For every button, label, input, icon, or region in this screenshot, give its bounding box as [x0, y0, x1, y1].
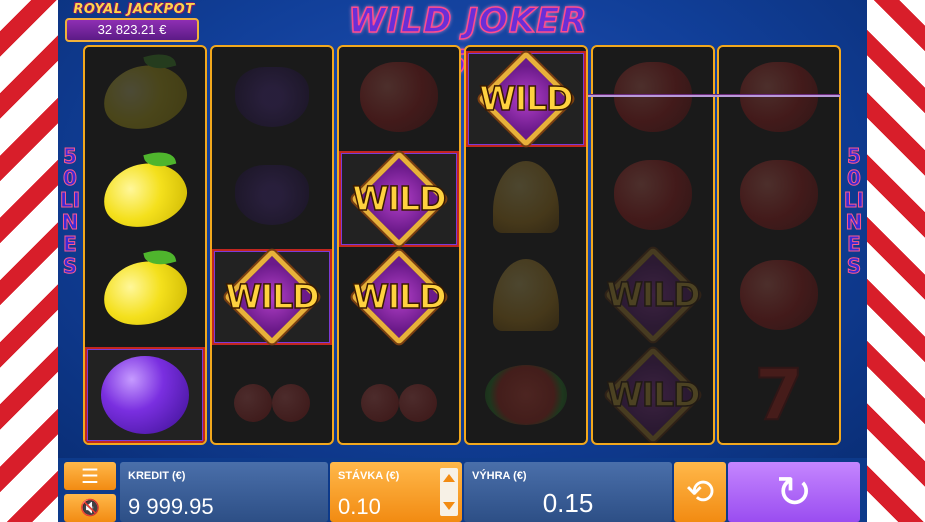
game-title: WILD JOKER 50 [348, 0, 588, 84]
sound-toggle-button[interactable]: 🔇 [64, 494, 116, 522]
reel-4: WILD [464, 45, 588, 445]
wild-label: WILD [606, 274, 702, 315]
symbol-grapes [212, 49, 332, 145]
credit-value: 9 999.95 [128, 494, 214, 519]
spin-icon: ↻ [775, 467, 813, 517]
bet-value: 0.10 [338, 494, 381, 519]
symbol-wild: WILD [339, 150, 459, 248]
symbol-wild: WILD [593, 246, 713, 344]
symbol-wild: WILD [466, 50, 586, 148]
wild-label: WILD [479, 78, 575, 119]
symbol-lemon [85, 245, 205, 341]
bet-stepper [440, 468, 458, 516]
spin-button[interactable]: ↻ [728, 462, 860, 522]
left-candy-stripe [0, 0, 58, 522]
symbol-lemon [85, 49, 205, 145]
bet-increase-icon[interactable] [443, 474, 455, 482]
jackpot-title: ROYAL JACKPOT [73, 2, 195, 17]
reel-5: WILD WILD [591, 45, 715, 445]
wild-label: WILD [352, 276, 448, 317]
symbol-lemon [85, 147, 205, 243]
reel-6: 7 [717, 45, 841, 445]
menu-icon: ☰ [81, 465, 99, 488]
symbol-apple [719, 247, 839, 343]
symbol-cherry [339, 347, 459, 443]
right-candy-stripe [867, 0, 925, 522]
reel-3: WILD WILD [337, 45, 461, 445]
symbol-apple [593, 49, 713, 145]
credit-panel: KREDIT (€) 9 999.95 [120, 462, 328, 522]
symbol-seven: 7 [754, 354, 805, 436]
wild-label: WILD [352, 178, 448, 219]
lines-label-left: 50 LINES [59, 144, 81, 278]
jackpot-amount: 32 823.21 € [65, 18, 199, 42]
symbol-cherry [212, 347, 332, 443]
symbol-wild: WILD [212, 248, 332, 346]
sound-muted-icon: 🔇 [80, 500, 100, 517]
autoplay-button[interactable]: ⟲ [674, 462, 726, 522]
win-label: VÝHRA (€) [472, 470, 527, 482]
winning-payline [588, 94, 840, 97]
symbol-wild: WILD [339, 248, 459, 346]
control-bar: ☰ 🔇 KREDIT (€) 9 999.95 STÁVKA (€) 0.10 … [58, 458, 867, 522]
wild-label: WILD [606, 374, 702, 415]
royal-jackpot: ROYAL JACKPOT 32 823.21 € [63, 2, 201, 42]
reels-area: WILD WILD WILD WILD WILD WILD 7 [83, 45, 841, 445]
autoplay-icon: ⟲ [685, 473, 715, 511]
symbol-apple [593, 147, 713, 243]
bet-panel: STÁVKA (€) 0.10 [330, 462, 462, 522]
win-panel: VÝHRA (€) 0.15 [464, 462, 672, 522]
lines-label-right: 50 LINES [843, 144, 865, 278]
credit-label: KREDIT (€) [128, 470, 186, 482]
symbol-melon [466, 347, 586, 443]
symbol-bell [466, 149, 586, 245]
symbol-plum [85, 347, 205, 443]
symbol-bell [466, 247, 586, 343]
menu-button[interactable]: ☰ [64, 462, 116, 490]
bet-decrease-icon[interactable] [443, 502, 455, 510]
symbol-wild: WILD [593, 346, 713, 443]
symbol-apple [339, 49, 459, 145]
bet-label: STÁVKA (€) [338, 470, 400, 482]
symbol-apple [719, 49, 839, 145]
wild-label: WILD [225, 276, 321, 317]
win-value: 0.15 [542, 488, 594, 518]
reel-1 [83, 45, 207, 445]
symbol-grapes [212, 147, 332, 243]
reel-2: WILD [210, 45, 334, 445]
symbol-apple [719, 147, 839, 243]
